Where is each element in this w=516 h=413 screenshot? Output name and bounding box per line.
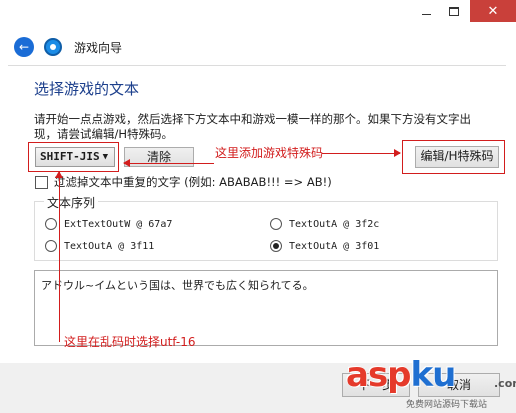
sequence-option-1[interactable]: ExtTextOutW @ 67a7 [45,218,172,230]
radio-button[interactable] [45,218,57,230]
text-preview-content: アドウル~イムという国は、世界でも広く知られてる。 [41,279,314,292]
annotation-arrow-up [55,171,63,342]
minimize-button[interactable] [412,0,440,22]
clear-button[interactable]: 清除 [124,147,194,167]
back-button[interactable]: ← [14,37,34,57]
minimize-icon [421,13,431,15]
title-bar: ✕ [0,0,516,31]
radio-button[interactable] [270,218,282,230]
sequence-option-label: TextOutA @ 3f11 [64,240,155,252]
watermark-subtitle: 免费网站源码下载站 [406,400,488,410]
watermark-tld: .com [494,377,516,390]
filter-repeat-option[interactable]: 过滤掉文本中重复的文字 (例如: ABABAB!!! => AB!) [35,174,332,190]
encoding-select[interactable]: SHIFT-JIS ▼ [35,147,115,167]
watermark-part1: asp [346,355,412,395]
sequence-option-label: TextOutA @ 3f01 [289,240,380,252]
edit-hcode-button[interactable]: 编辑/H特殊码 [415,146,499,168]
back-arrow-icon: ← [18,40,30,54]
annotation-add-hcode: 这里添加游戏特殊码 [215,146,324,160]
text-sequence-legend: 文本序列 [44,194,99,211]
site-watermark: aspku .com 免费网站源码下载站 [346,355,516,411]
annotation-arrow-left [123,159,214,167]
sequence-option-4[interactable]: TextOutA @ 3f01 [270,240,379,252]
maximize-button[interactable] [440,0,468,22]
instructions-line-1: 请开始一点点游戏，然后选择下方文本中和游戏一模一样的那个。如果下方没有文字出 [34,112,471,126]
close-button[interactable]: ✕ [470,0,516,22]
sequence-option-label: TextOutA @ 3f2c [289,218,380,230]
text-sequence-group [34,201,498,261]
radio-button-selected[interactable] [270,240,282,252]
wizard-title: 游戏向导 [74,41,123,55]
sequence-option-label: ExtTextOutW @ 67a7 [64,218,173,230]
watermark-logo: aspku [346,355,457,395]
close-icon: ✕ [487,3,499,19]
app-icon [44,38,62,56]
wizard-nav: ← 游戏向导 [0,31,516,61]
watermark-part2: ku [410,355,457,395]
annotation-encoding-tip: 这里在乱码时选择utf-16 [64,335,196,349]
annotation-arrow-right [322,149,401,157]
maximize-icon [449,6,459,16]
sequence-option-3[interactable]: TextOutA @ 3f11 [45,240,154,252]
sequence-option-2[interactable]: TextOutA @ 3f2c [270,218,379,230]
page-title: 选择游戏的文本 [34,80,140,98]
filter-repeat-checkbox[interactable] [35,175,48,189]
instructions: 请开始一点点游戏，然后选择下方文本中和游戏一模一样的那个。如果下方没有文字出 现… [34,112,502,142]
filter-repeat-label: 过滤掉文本中重复的文字 (例如: ABABAB!!! => AB!) [54,175,332,189]
dropdown-arrow-icon: ▼ [102,152,108,162]
encoding-value: SHIFT-JIS [40,150,100,163]
radio-button[interactable] [45,240,57,252]
